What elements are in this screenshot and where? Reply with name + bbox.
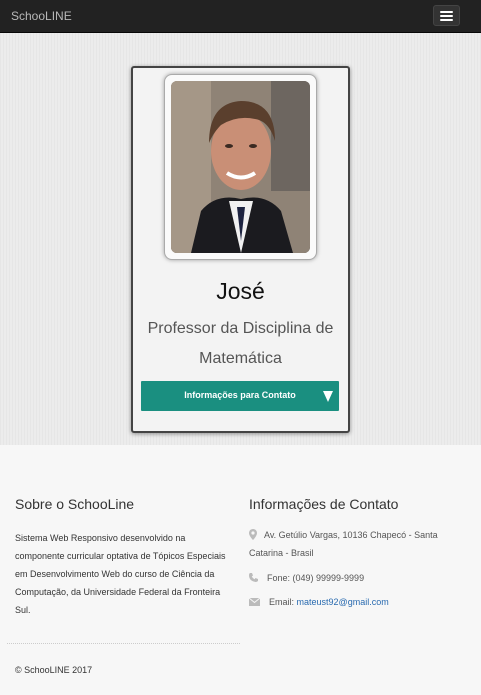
profile-name: José — [216, 278, 265, 304]
phone-icon — [249, 573, 258, 582]
footer-divider — [7, 643, 240, 644]
hamburger-icon-bar — [440, 15, 453, 17]
hamburger-icon-bar — [440, 19, 453, 21]
about-text: Sistema Web Responsivo desenvolvido na c… — [15, 533, 226, 615]
envelope-icon — [249, 598, 260, 606]
contact-info-button-label: Informações para Contato — [184, 390, 296, 400]
contact-email: Email: mateust92@gmail.com — [269, 593, 389, 611]
contact-email-label: Email: — [269, 597, 295, 607]
contact-info-button[interactable]: Informações para Contato — [141, 381, 339, 411]
person-portrait — [171, 81, 310, 253]
brand-link[interactable]: SchooLINE — [11, 9, 72, 23]
contact-phone: Fone: (049) 99999-9999 — [267, 573, 365, 583]
email-link[interactable]: mateust92@gmail.com — [297, 597, 389, 607]
copyright-text: © SchooLINE 2017 — [15, 665, 93, 675]
contact-heading: Informações de Contato — [249, 496, 399, 512]
caret-down-icon — [323, 391, 333, 402]
profile-role: Professor da Disciplina de Matemática — [147, 320, 334, 367]
menu-toggle-button[interactable] — [433, 5, 460, 26]
navbar: SchooLINE — [0, 0, 481, 33]
profile-photo — [164, 74, 317, 260]
profile-photo-image — [171, 81, 310, 253]
contact-address: Av. Getúlio Vargas, 10136 Chapecó - Sant… — [249, 530, 438, 558]
hamburger-icon-bar — [440, 11, 453, 13]
about-heading: Sobre o SchooLine — [15, 496, 135, 512]
